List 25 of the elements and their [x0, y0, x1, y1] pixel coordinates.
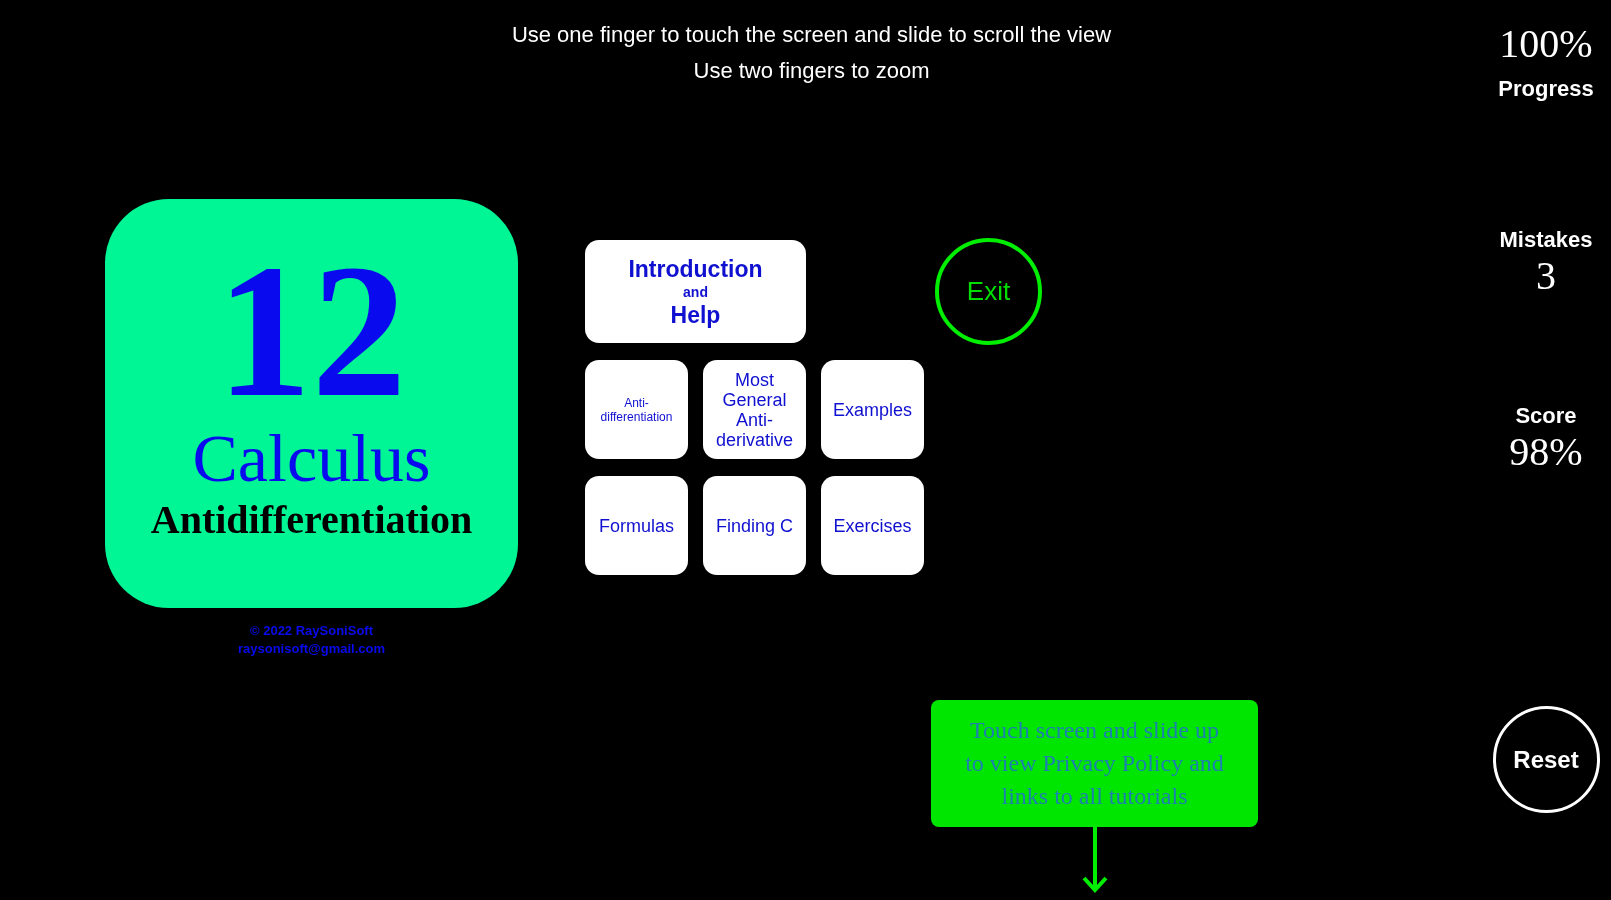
stat-label: Progress	[1498, 76, 1594, 101]
menu-button[interactable]: Exercises	[821, 476, 924, 575]
menu-button[interactable]: Most General Anti- derivative	[703, 360, 806, 459]
instruction-text: Use two fingers to zoom	[693, 57, 930, 85]
logo-title: Calculus	[192, 421, 431, 495]
stat-label: Mistakes	[1499, 226, 1593, 254]
menu-button[interactable]: Examples	[821, 360, 924, 459]
menu-button[interactable]: Formulas	[585, 476, 688, 575]
stat-label: Score	[1515, 402, 1577, 430]
stat-value: 98%	[1509, 430, 1583, 474]
logo-number: 12	[216, 241, 407, 421]
exit-button[interactable]: Exit	[935, 238, 1042, 345]
copyright-text: raysonisoft@gmail.com	[237, 640, 385, 658]
menu-button[interactable]: Introduction and Help	[585, 240, 806, 343]
reset-button[interactable]: Reset	[1492, 706, 1600, 813]
stat-value: 100%	[1499, 22, 1593, 66]
menu-button[interactable]: Anti- differentiation	[585, 360, 688, 459]
copyright-text: © 2022 RaySoniSoft	[250, 622, 373, 640]
logo-subtitle: Antidifferentiation	[150, 496, 473, 544]
menu-button[interactable]: Finding C	[703, 476, 806, 575]
hint-text: Touch screen and slide up	[970, 716, 1219, 745]
stat-value: 3	[1536, 254, 1556, 298]
instruction-text: Use one finger to touch the screen and slide to scroll the view	[511, 21, 1112, 49]
hint-text: links to all tutorials	[1001, 782, 1188, 811]
hint-text: to view Privacy Policy and	[965, 749, 1224, 778]
